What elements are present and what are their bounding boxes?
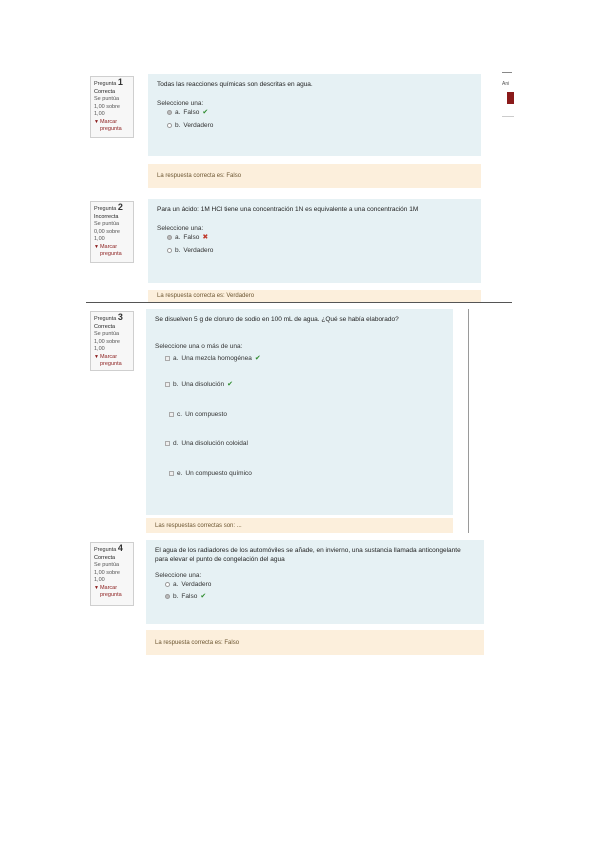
answer-option[interactable]: b. Verdadero: [167, 246, 472, 255]
answer-option[interactable]: a. Una mezcla homogénea ✔: [165, 354, 444, 363]
answer-prompt: Seleccione una:: [155, 572, 202, 579]
correct-check-icon: ✔: [227, 381, 233, 388]
question-box-4: El agua de los radiadores de los automóv…: [146, 540, 484, 624]
answer-option[interactable]: a. Falso ✔: [167, 108, 472, 117]
flag-icon: ▼: [94, 243, 99, 250]
flag-question-link[interactable]: ▼ Marcar pregunta: [94, 354, 130, 369]
question-info-3: Pregunta 3 Correcta Se puntúa 1,00 sobre…: [90, 311, 134, 371]
question-box-2: Para un ácido: 1M HCl tiene una concentr…: [148, 199, 481, 283]
question-number: Pregunta 3: [94, 312, 123, 323]
question-box-3: Se disuelven 5 g de cloruro de sodio en …: [146, 309, 453, 515]
question-grade: Se puntúa 1,00 sobre 1,00: [94, 96, 120, 117]
flag-question-link[interactable]: ▼ Marcar pregunta: [94, 585, 130, 600]
question-state: Correcta: [94, 554, 116, 561]
flag-question-link[interactable]: ▼ Marcar pregunta: [94, 119, 130, 134]
answer-option[interactable]: d. Una disolución coloidal: [165, 439, 444, 448]
incorrect-cross-icon: ✖: [202, 234, 209, 241]
question-info-4: Pregunta 4 Correcta Se puntúa 1,00 sobre…: [90, 542, 134, 606]
question-state: Correcta: [94, 323, 116, 330]
flag-icon: ▼: [94, 353, 99, 360]
checkbox[interactable]: [165, 441, 170, 446]
feedback-box-2: La respuesta correcta es: Verdadero: [148, 290, 481, 302]
radio-button[interactable]: [167, 235, 172, 240]
question-text: El agua de los radiadores de los automóv…: [155, 547, 461, 563]
question-text: Se disuelven 5 g de cloruro de sodio en …: [155, 316, 399, 323]
question-info-1: Pregunta 1 Correcta Se puntúa 1,00 sobre…: [90, 76, 134, 138]
question-state: Correcta: [94, 88, 116, 95]
question-number: Pregunta 1: [94, 77, 123, 88]
feedback-box-4: La respuesta correcta es: Falso: [146, 630, 484, 655]
radio-button[interactable]: [167, 110, 172, 115]
question-text: Todas las reacciones químicas son descri…: [157, 81, 313, 88]
answer-prompt: Seleccione una o más de una:: [155, 343, 243, 350]
answer-option[interactable]: c. Un compuesto: [169, 410, 444, 419]
flag-icon: ▼: [94, 118, 99, 125]
feedback-box-3: Las respuestas correctas son: ...: [146, 518, 453, 533]
answer-option[interactable]: a. Falso ✖: [167, 233, 472, 242]
answer-option[interactable]: a. Verdadero: [165, 580, 475, 589]
side-panel-rule: [502, 72, 512, 73]
answer-option[interactable]: b. Verdadero: [167, 121, 472, 130]
question-number: Pregunta 2: [94, 202, 123, 213]
question-info-2: Pregunta 2 Incorrecta Se puntúa 0,00 sob…: [90, 201, 134, 263]
radio-button[interactable]: [167, 123, 172, 128]
side-panel-text: Ani: [502, 81, 510, 87]
flag-question-link[interactable]: ▼ Marcar pregunta: [94, 244, 130, 259]
question-grade: Se puntúa 1,00 sobre 1,00: [94, 562, 120, 583]
question-grade: Se puntúa 0,00 sobre 1,00: [94, 221, 120, 242]
page-divider: [86, 302, 512, 303]
question-number: Pregunta 4: [94, 543, 123, 554]
answer-option[interactable]: b. Una disolución ✔: [165, 380, 444, 389]
vertical-rule: [468, 309, 469, 533]
flag-icon: ▼: [94, 584, 99, 591]
answer-option[interactable]: b. Falso ✔: [165, 592, 475, 601]
radio-button[interactable]: [165, 594, 170, 599]
checkbox[interactable]: [169, 412, 174, 417]
correct-check-icon: ✔: [200, 593, 207, 600]
radio-button[interactable]: [165, 582, 170, 587]
radio-button[interactable]: [167, 248, 172, 253]
checkbox[interactable]: [165, 356, 170, 361]
question-text: Para un ácido: 1M HCl tiene una concentr…: [157, 206, 419, 213]
correct-check-icon: ✔: [254, 355, 261, 362]
side-panel-button[interactable]: [507, 92, 514, 104]
question-box-1: Todas las reacciones químicas son descri…: [148, 74, 481, 156]
checkbox[interactable]: [165, 382, 170, 387]
correct-check-icon: ✔: [202, 109, 209, 116]
question-state: Incorrecta: [94, 213, 119, 220]
checkbox[interactable]: [169, 471, 174, 476]
side-panel-fragment: Ani: [502, 72, 514, 122]
question-grade: Se puntúa 1,00 sobre 1,00: [94, 331, 120, 352]
side-panel-rule-bottom: [502, 116, 514, 117]
feedback-box-1: La respuesta correcta es: Falso: [148, 164, 481, 188]
answer-prompt: Seleccione una:: [157, 225, 204, 232]
answer-option[interactable]: e. Un compuesto químico: [169, 469, 444, 478]
answer-prompt: Seleccione una:: [157, 100, 204, 107]
